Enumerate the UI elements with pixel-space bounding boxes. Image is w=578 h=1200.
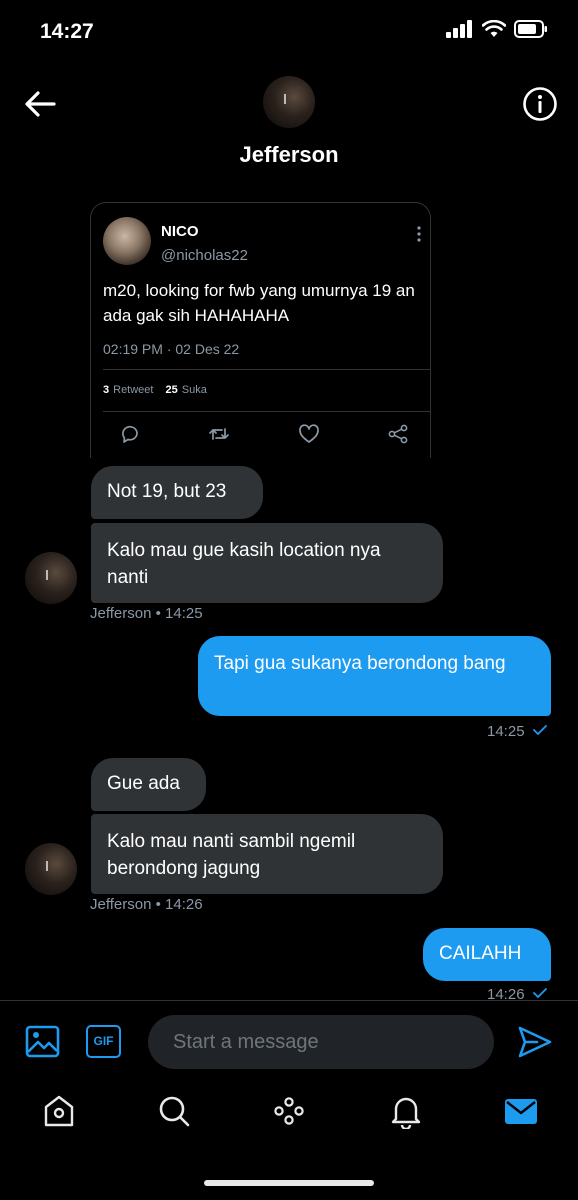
- arrow-left-icon[interactable]: [20, 86, 60, 122]
- header-name[interactable]: Jefferson: [0, 142, 578, 168]
- notifications-icon[interactable]: [388, 1093, 424, 1129]
- tweet-author-avatar[interactable]: [103, 217, 151, 265]
- header-avatar[interactable]: [263, 76, 315, 128]
- reply-icon[interactable]: [119, 423, 141, 445]
- more-options-icon[interactable]: [416, 225, 422, 243]
- conversation-header: Jefferson: [0, 66, 578, 186]
- bottom-nav: [0, 1085, 578, 1145]
- message-bubble-incoming[interactable]: Kalo mau gue kasih location nya nanti: [91, 523, 443, 603]
- like-stat[interactable]: 25 Suka: [165, 384, 206, 396]
- message-bubble-incoming[interactable]: Kalo mau nanti sambil ngemil berondong j…: [91, 814, 443, 894]
- home-icon[interactable]: [41, 1093, 77, 1129]
- message-input[interactable]: [148, 1015, 494, 1069]
- share-icon[interactable]: [387, 423, 409, 445]
- message-time: 14:25: [487, 723, 525, 740]
- info-icon[interactable]: [522, 86, 558, 122]
- tweet-author-name[interactable]: NICO: [161, 223, 199, 240]
- retweet-count: 3: [103, 384, 110, 396]
- sender-avatar[interactable]: [25, 843, 77, 895]
- message-bubble-incoming[interactable]: Not 19, but 23: [91, 466, 263, 519]
- image-icon[interactable]: [25, 1025, 60, 1058]
- battery-icon: [514, 20, 547, 38]
- tweet-datetime: 02:19 PM · 02 Des 22: [103, 341, 240, 357]
- tweet-stats: 3 Retweet 25 Suka: [103, 384, 207, 396]
- send-icon[interactable]: [517, 1025, 553, 1059]
- retweet-label: Retweet: [113, 384, 154, 396]
- tweet-author-handle: @nicholas22: [161, 247, 248, 264]
- message-meta: Jefferson • 14:26: [90, 896, 203, 913]
- sent-check-icon: [532, 988, 547, 998]
- message-bubble-incoming[interactable]: Gue ada: [91, 758, 206, 811]
- divider: [103, 369, 430, 370]
- gif-button[interactable]: GIF: [86, 1025, 121, 1058]
- message-bubble-outgoing[interactable]: CAILAHH: [423, 928, 551, 981]
- home-indicator[interactable]: [204, 1180, 374, 1186]
- tweet-text: m20, looking for fwb yang umurnya 19 an …: [103, 281, 415, 325]
- like-icon[interactable]: [298, 423, 320, 445]
- divider: [103, 411, 430, 412]
- messages-icon[interactable]: [503, 1093, 539, 1129]
- like-label: Suka: [181, 384, 207, 396]
- signal-icon: [446, 20, 472, 38]
- message-composer: GIF: [0, 1001, 578, 1081]
- status-icons: [446, 20, 548, 38]
- wifi-icon: [482, 20, 506, 37]
- message-meta: Jefferson • 14:25: [90, 605, 203, 622]
- like-count: 25: [165, 384, 178, 396]
- sender-avatar[interactable]: [25, 552, 77, 604]
- tweet-actions: [119, 423, 409, 445]
- message-meta: 14:25: [487, 723, 548, 740]
- retweet-icon[interactable]: [208, 423, 230, 445]
- shared-tweet-card[interactable]: NICO @nicholas22 m20, looking for fwb ya…: [90, 202, 431, 458]
- search-icon[interactable]: [156, 1093, 192, 1129]
- spaces-icon[interactable]: [271, 1093, 307, 1129]
- sent-check-icon: [532, 725, 547, 735]
- retweet-stat[interactable]: 3 Retweet: [103, 384, 153, 396]
- status-bar: 14:27: [0, 0, 578, 66]
- status-time: 14:27: [40, 20, 94, 43]
- message-bubble-outgoing[interactable]: Tapi gua sukanya berondong bang: [198, 636, 551, 716]
